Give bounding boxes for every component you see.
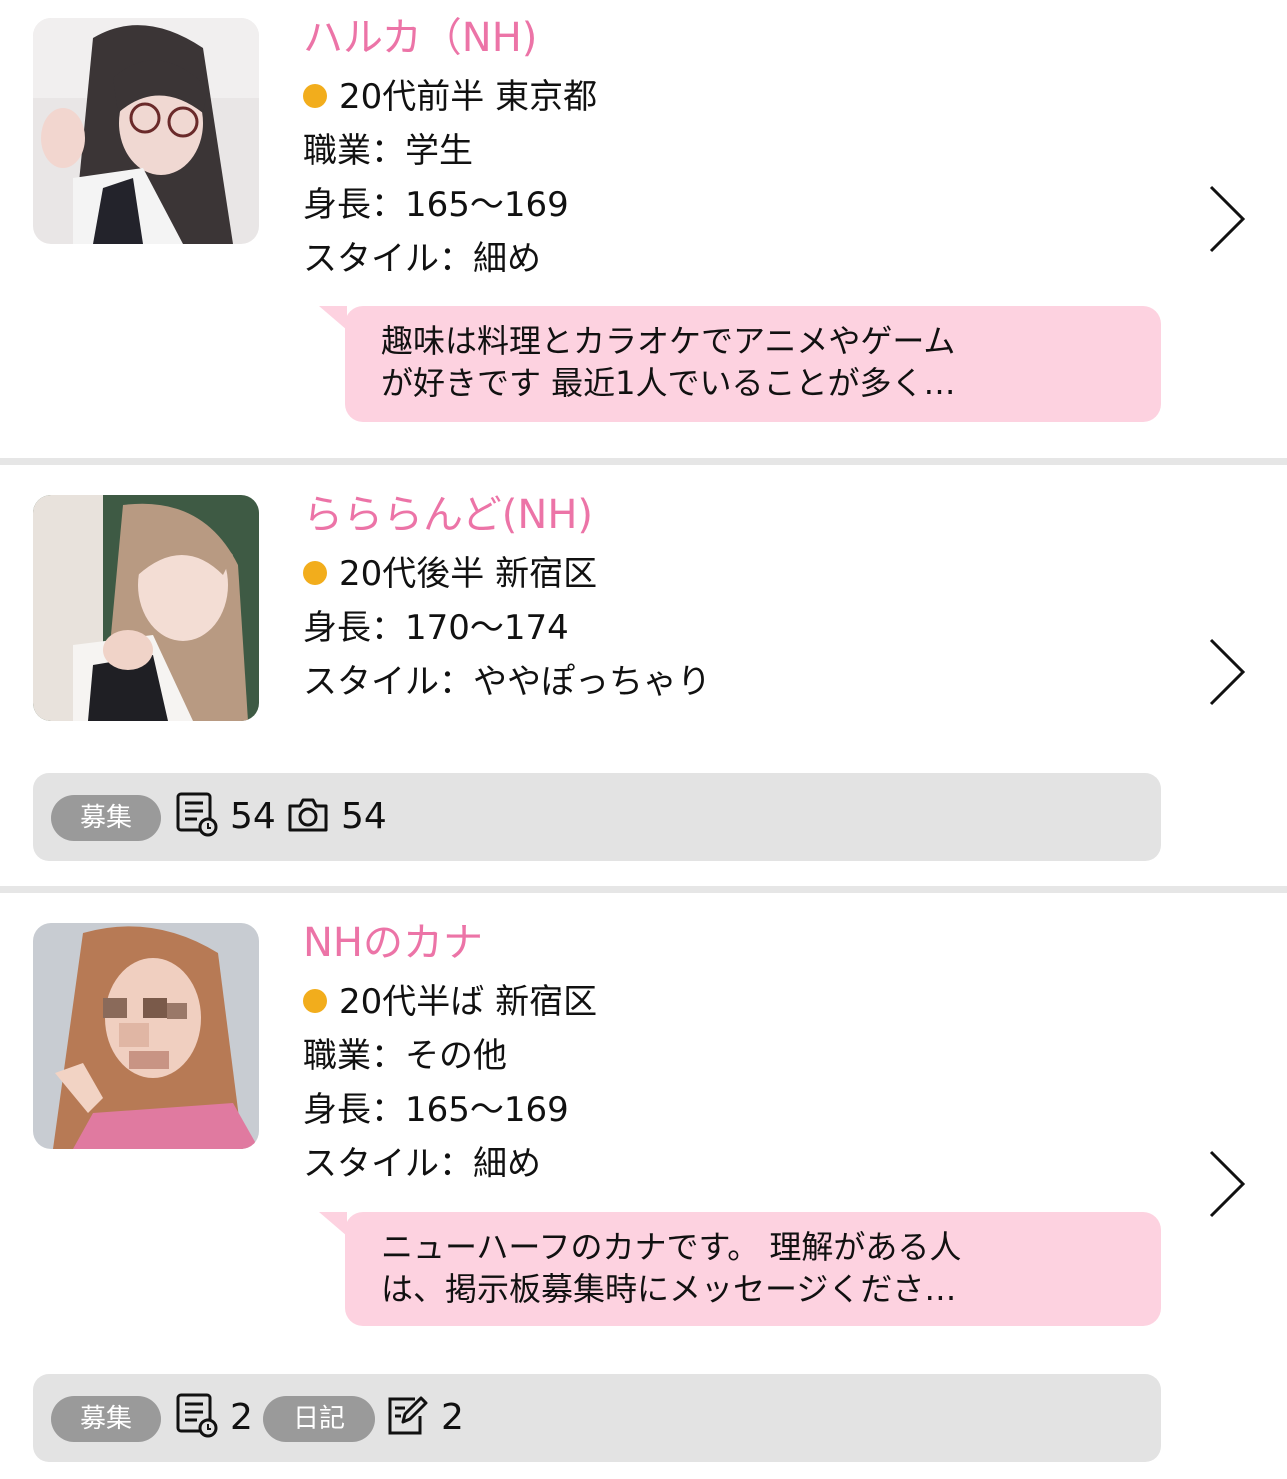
profile-card[interactable]: NHのカナ 20代半ば 新宿区 職業：その他 身長：165〜169 スタイル：細… [0,893,1287,1479]
profile-photo[interactable] [33,18,259,244]
recruit-count: 54 [230,796,276,837]
profile-photo-image [33,18,259,244]
age-location-text: 20代半ば 新宿区 [339,982,598,1022]
style: スタイル：ややぽっちゃり [303,662,711,702]
recruit-tag[interactable]: 募集 [51,1396,161,1442]
activity-bar: 募集 54 54 [33,773,1161,861]
message-line: は、掲示板募集時にメッセージくださ… [381,1270,957,1308]
message-line: が好きです 最近1人でいることが多く… [381,364,956,402]
chevron-right-icon[interactable] [1205,636,1249,708]
status-dot [303,83,327,108]
age-location-text: 20代後半 新宿区 [339,554,598,594]
style: スタイル：細め [303,1144,541,1184]
recruit-tag[interactable]: 募集 [51,795,161,841]
profile-card[interactable]: らららんど(NH) 20代後半 新宿区 身長：170〜174 スタイル：ややぽっ… [0,465,1287,886]
divider [0,458,1287,465]
occupation: 職業：学生 [303,131,473,171]
message-line: ニューハーフのカナです。 理解がある人 [381,1228,962,1266]
divider [0,886,1287,893]
style: スタイル：細め [303,239,541,279]
profile-photo[interactable] [33,923,259,1149]
recruit-count: 2 [230,1397,253,1438]
height: 身長：165〜169 [303,185,569,225]
age-location-text: 20代前半 東京都 [339,77,598,117]
profile-photo-image [33,923,259,1149]
chevron-right-icon[interactable] [1205,183,1249,255]
photo-count: 54 [341,796,387,837]
activity-bar: 募集 2 日記 2 [33,1374,1161,1462]
diary-count: 2 [441,1397,464,1438]
profile-photo-image [33,495,259,721]
age-location: 20代前半 東京都 [303,76,597,118]
status-dot [303,560,327,585]
chevron-right-icon[interactable] [1205,1148,1249,1220]
age-location: 20代後半 新宿区 [303,553,597,595]
age-location: 20代半ば 新宿区 [303,981,597,1023]
camera-icon [288,798,328,832]
profile-name[interactable]: らららんど(NH) [303,491,593,539]
height: 身長：170〜174 [303,608,569,648]
profile-name[interactable]: ハルカ（NH) [303,14,537,62]
profile-photo[interactable] [33,495,259,721]
message-bubble: 趣味は料理とカラオケでアニメやゲーム が好きです 最近1人でいることが多く… [319,306,1161,422]
edit-note-icon [388,1396,428,1435]
occupation: 職業：その他 [303,1036,507,1076]
height: 身長：165〜169 [303,1090,569,1130]
diary-tag[interactable]: 日記 [263,1396,375,1442]
profile-card[interactable]: ハルカ（NH) 20代前半 東京都 職業：学生 身長：165〜169 スタイル：… [0,0,1287,458]
bulletin-board-icon [176,792,218,837]
message-bubble: ニューハーフのカナです。 理解がある人 は、掲示板募集時にメッセージくださ… [319,1212,1161,1326]
message-line: 趣味は料理とカラオケでアニメやゲーム [381,322,956,360]
profile-name[interactable]: NHのカナ [303,919,483,967]
status-dot [303,988,327,1013]
bulletin-board-icon [176,1393,218,1438]
